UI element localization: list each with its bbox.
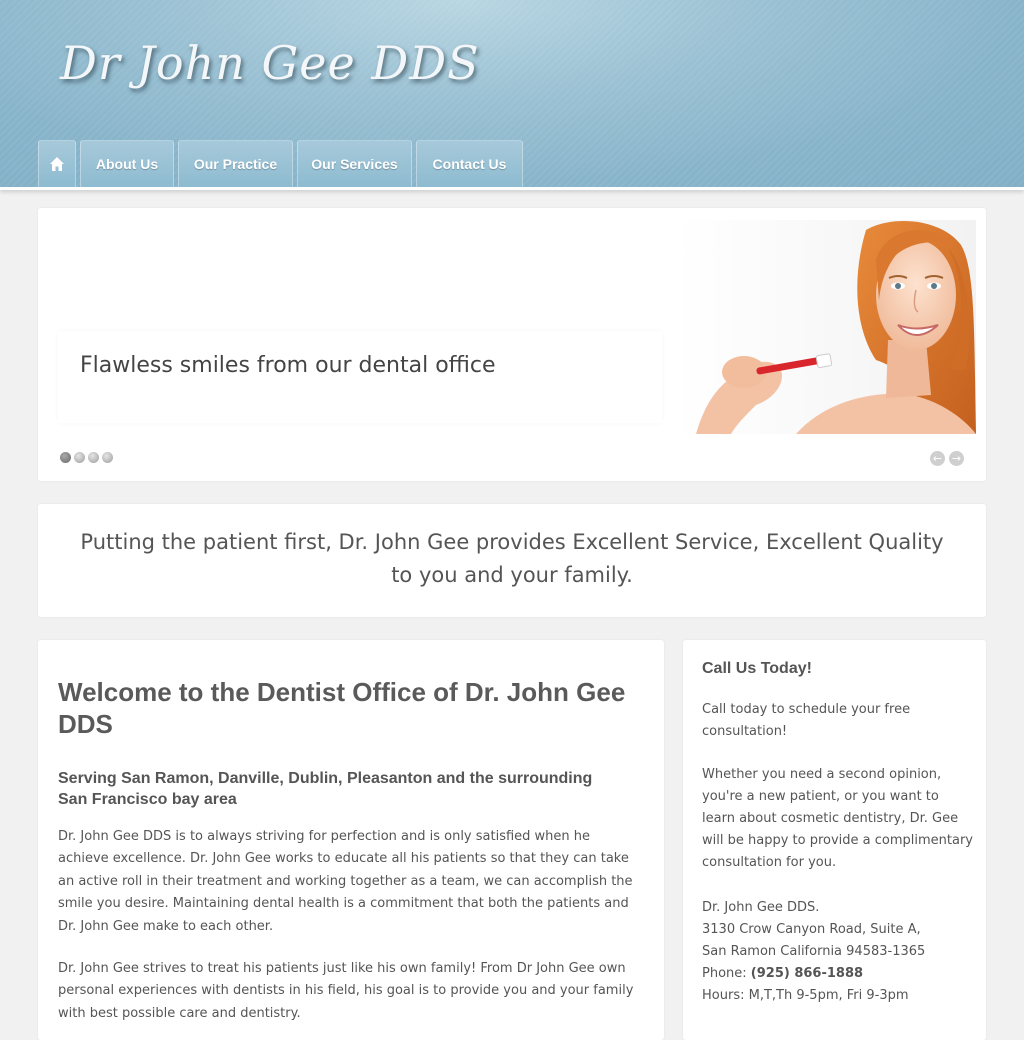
office-address: Dr. John Gee DDS. 3130 Crow Canyon Road,… <box>702 897 974 1007</box>
nav-contact-us[interactable]: Contact Us <box>416 140 523 187</box>
nav-about-us[interactable]: About Us <box>80 140 174 187</box>
office-street: 3130 Crow Canyon Road, Suite A, <box>702 922 921 937</box>
sidebar-paragraph: Call today to schedule your free consult… <box>702 702 911 739</box>
main-content: Welcome to the Dentist Office of Dr. Joh… <box>38 640 664 1040</box>
next-arrow-icon[interactable]: → <box>949 451 964 466</box>
slide-caption: Flawless smiles from our dental office <box>80 353 496 378</box>
slide-caption-box: Flawless smiles from our dental office <box>58 331 662 423</box>
tagline-panel: Putting the patient first, Dr. John Gee … <box>38 504 986 617</box>
slide-image-woman-brushing-teeth <box>676 220 976 434</box>
hero-slider: Flawless smiles from our dental office ←… <box>38 208 986 481</box>
prev-arrow-icon[interactable]: ← <box>930 451 945 466</box>
home-icon <box>50 157 64 171</box>
site-logo[interactable]: Dr John Gee DDS <box>60 36 480 90</box>
sidebar-title: Call Us Today! <box>702 660 812 677</box>
office-city: San Ramon California 94583-1365 <box>702 944 926 959</box>
tagline-text: Putting the patient first, Dr. John Gee … <box>80 530 944 587</box>
sidebar-call-us: Call Us Today! Call today to schedule yo… <box>683 640 986 1040</box>
page-subtitle: Serving San Ramon, Danville, Dublin, Ple… <box>58 770 593 808</box>
slider-pagination <box>60 452 116 463</box>
office-phone: Phone: (925) 866-1888 <box>702 963 974 985</box>
sidebar-paragraph: Whether you need a second opinion, you'r… <box>702 767 973 870</box>
site-header: Dr John Gee DDS About Us Our Practice Ou… <box>0 0 1024 190</box>
nav-our-practice[interactable]: Our Practice <box>178 140 293 187</box>
slider-dot[interactable] <box>60 452 71 463</box>
phone-number[interactable]: (925) 866-1888 <box>751 966 863 981</box>
office-name: Dr. John Gee DDS. <box>702 900 820 915</box>
phone-label: Phone: <box>702 966 751 981</box>
slider-arrows: ← → <box>926 451 964 466</box>
nav-our-services[interactable]: Our Services <box>297 140 412 187</box>
slider-dot[interactable] <box>102 452 113 463</box>
slider-dot[interactable] <box>88 452 99 463</box>
family-paragraph: Dr. John Gee strives to treat his patien… <box>58 961 634 1021</box>
nav-home[interactable] <box>38 140 76 187</box>
main-nav: About Us Our Practice Our Services Conta… <box>38 140 527 187</box>
office-hours: Hours: M,T,Th 9-5pm, Fri 9-3pm <box>702 988 909 1003</box>
page-title: Welcome to the Dentist Office of Dr. Joh… <box>58 677 626 739</box>
intro-paragraph: Dr. John Gee DDS is to always striving f… <box>58 829 633 934</box>
slider-dot[interactable] <box>74 452 85 463</box>
